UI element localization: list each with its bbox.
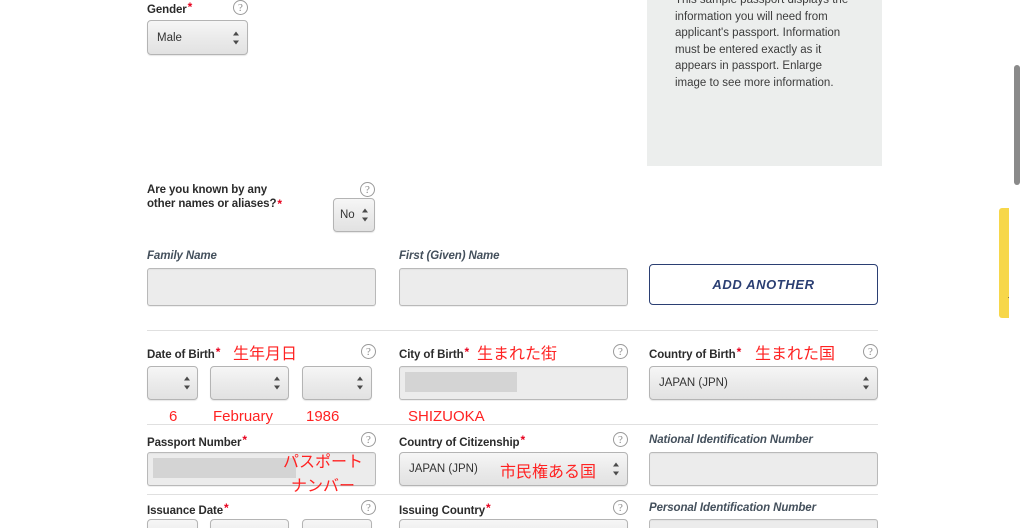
aliases-label-line1: Are you known by any bbox=[147, 184, 268, 196]
city-of-birth-input[interactable] bbox=[399, 366, 628, 400]
page-scrollbar[interactable] bbox=[1009, 0, 1024, 528]
dob-annotation-japanese: 生年月日 bbox=[233, 346, 298, 363]
gender-label: Gender* bbox=[147, 0, 192, 18]
dob-year-select[interactable] bbox=[302, 366, 372, 400]
chevron-updown-icon bbox=[863, 376, 870, 391]
passport-number-label: Passport Number* bbox=[147, 433, 247, 451]
country-of-birth-required-marker: * bbox=[736, 345, 742, 359]
sample-passport-description: This sample passport displays the inform… bbox=[675, 0, 849, 89]
issuing-country-label-text: Issuing Country bbox=[399, 505, 486, 517]
issuance-date-required-marker: * bbox=[224, 501, 229, 515]
country-of-citizenship-label: Country of Citizenship* bbox=[399, 433, 525, 451]
issuing-country-required-marker: * bbox=[486, 501, 491, 515]
aliases-label-line2: other names or aliases? bbox=[147, 198, 277, 210]
issuance-date-month-select[interactable] bbox=[210, 519, 289, 528]
city-of-birth-help-icon[interactable]: ? bbox=[613, 344, 628, 359]
sample-passport-info-panel: 21.08.2014 Anna Maria P<UTOERIKSSON<<ANN… bbox=[647, 0, 882, 166]
country-of-birth-label-text: Country of Birth bbox=[649, 349, 736, 361]
chevron-updown-icon bbox=[357, 376, 364, 391]
country-of-citizenship-value: JAPAN (JPN) bbox=[409, 463, 478, 475]
add-another-label: ADD ANOTHER bbox=[712, 277, 815, 292]
chevron-updown-icon bbox=[184, 376, 191, 391]
country-of-birth-annotation-japanese: 生まれた国 bbox=[755, 346, 836, 363]
passport-number-annotation-japanese-line2: ナンバー bbox=[291, 478, 356, 495]
passport-form-page: 21.08.2014 Anna Maria P<UTOERIKSSON<<ANN… bbox=[0, 0, 1024, 528]
family-name-input[interactable] bbox=[147, 268, 376, 306]
country-of-citizenship-label-text: Country of Citizenship bbox=[399, 437, 520, 449]
issuance-date-label: Issuance Date* bbox=[147, 501, 229, 519]
aliases-label-line2-wrap: other names or aliases?* bbox=[147, 197, 282, 211]
country-of-birth-label: Country of Birth* bbox=[649, 345, 741, 363]
issuing-country-label: Issuing Country* bbox=[399, 501, 491, 519]
city-required-marker: * bbox=[464, 345, 470, 359]
dob-month-select[interactable] bbox=[210, 366, 289, 400]
personal-identification-number-input[interactable] bbox=[649, 519, 878, 528]
aliases-select[interactable]: No bbox=[333, 198, 375, 232]
section-divider-2 bbox=[147, 424, 878, 425]
dob-year-annotation: 1986 bbox=[306, 408, 340, 425]
citizenship-required-marker: * bbox=[520, 433, 526, 447]
passport-number-label-text: Passport Number bbox=[147, 437, 242, 449]
city-of-birth-label: City of Birth* bbox=[399, 345, 469, 363]
gender-select-value: Male bbox=[157, 31, 182, 44]
dob-day-select[interactable] bbox=[147, 366, 198, 400]
personal-identification-number-label: Personal Identification Number bbox=[649, 502, 816, 514]
date-of-birth-label-text: Date of Birth bbox=[147, 349, 215, 361]
aliases-required-marker: * bbox=[277, 197, 282, 211]
city-of-birth-annotation-japanese: 生まれた街 bbox=[477, 346, 558, 363]
section-divider-3 bbox=[147, 494, 878, 495]
aliases-help-icon[interactable]: ? bbox=[360, 182, 375, 197]
city-of-birth-annotation-value: SHIZUOKA bbox=[408, 408, 485, 425]
issuance-date-year-select[interactable] bbox=[302, 519, 372, 528]
passport-number-selection-highlight bbox=[153, 458, 296, 478]
chevron-updown-icon bbox=[233, 30, 240, 45]
aliases-label: Are you known by any other names or alia… bbox=[147, 183, 282, 211]
gender-select[interactable]: Male bbox=[147, 20, 248, 55]
dob-month-annotation: February bbox=[213, 408, 274, 425]
dob-required-marker: * bbox=[215, 345, 221, 359]
country-of-citizenship-help-icon[interactable]: ? bbox=[613, 432, 628, 447]
dob-day-annotation: 6 bbox=[169, 408, 178, 425]
city-of-birth-label-text: City of Birth bbox=[399, 349, 464, 361]
scrollbar-thumb[interactable] bbox=[1014, 65, 1020, 185]
chevron-updown-icon bbox=[613, 462, 620, 477]
issuing-country-select[interactable] bbox=[399, 519, 628, 528]
national-identification-number-input[interactable] bbox=[649, 452, 878, 486]
chevron-updown-icon bbox=[362, 208, 369, 223]
gender-help-icon[interactable]: ? bbox=[233, 0, 248, 15]
country-of-birth-select[interactable]: JAPAN (JPN) bbox=[649, 366, 878, 400]
issuance-date-help-icon[interactable]: ? bbox=[361, 500, 376, 515]
gender-label-text: Gender bbox=[147, 4, 187, 16]
issuance-date-label-text: Issuance Date bbox=[147, 505, 224, 517]
aliases-select-value: No bbox=[340, 209, 355, 221]
date-of-birth-help-icon[interactable]: ? bbox=[361, 344, 376, 359]
family-name-label: Family Name bbox=[147, 250, 217, 262]
national-identification-number-label: National Identification Number bbox=[649, 434, 813, 446]
passport-number-required-marker: * bbox=[242, 433, 247, 447]
passport-number-help-icon[interactable]: ? bbox=[361, 432, 376, 447]
add-another-button[interactable]: ADD ANOTHER bbox=[649, 264, 878, 305]
section-divider-1 bbox=[147, 330, 878, 331]
first-name-input[interactable] bbox=[399, 268, 628, 306]
city-of-birth-selection-highlight bbox=[405, 372, 517, 392]
chevron-updown-icon bbox=[274, 376, 281, 391]
issuance-date-day-select[interactable] bbox=[147, 519, 198, 528]
issuing-country-help-icon[interactable]: ? bbox=[613, 500, 628, 515]
gender-required-marker: * bbox=[187, 0, 193, 14]
date-of-birth-label: Date of Birth* bbox=[147, 345, 220, 363]
first-name-label: First (Given) Name bbox=[399, 250, 500, 262]
country-of-birth-value: JAPAN (JPN) bbox=[659, 377, 728, 389]
country-of-birth-help-icon[interactable]: ? bbox=[863, 344, 878, 359]
passport-number-annotation-japanese-line1: パスポート bbox=[283, 454, 364, 471]
country-of-citizenship-annotation-japanese: 市民権ある国 bbox=[500, 464, 597, 481]
